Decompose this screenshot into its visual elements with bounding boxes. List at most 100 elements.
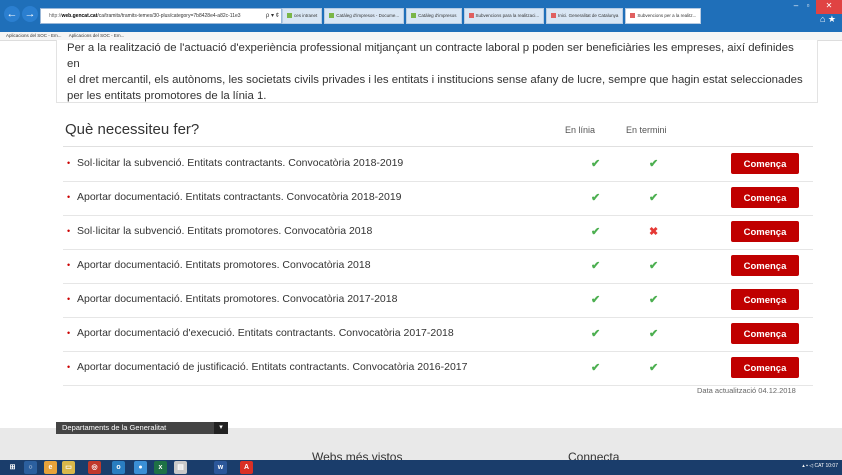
back-arrow-icon[interactable]: ← bbox=[4, 6, 20, 22]
departments-select[interactable]: Departaments de la Generalitat ▾ bbox=[56, 422, 228, 434]
bullet-icon: • bbox=[67, 192, 71, 202]
explorer-icon[interactable]: e bbox=[44, 461, 57, 474]
online-check-icon: ✔ bbox=[591, 362, 601, 374]
system-tray: ▴ ▪ ◁ CAT 10:07 bbox=[802, 463, 838, 469]
start-button[interactable]: Comença bbox=[731, 357, 799, 378]
procedure-link[interactable]: Aportar documentació de justificació. En… bbox=[77, 361, 467, 373]
clock: 10:07 bbox=[825, 463, 838, 469]
start-button[interactable]: Comença bbox=[731, 153, 799, 174]
intro-line: Per a la realització de l'actuació d'exp… bbox=[67, 42, 794, 70]
procedure-row: • Sol·licitar la subvenció. Entitats con… bbox=[63, 147, 813, 182]
procedure-link[interactable]: Aportar documentació. Entitats promotore… bbox=[77, 259, 371, 271]
network-icon[interactable]: ▴ ▪ ◁ bbox=[802, 463, 813, 469]
procedure-row: • Aportar documentació de justificació. … bbox=[63, 351, 813, 386]
deadline-cross-icon: ✖ bbox=[649, 226, 659, 238]
home-star-icons[interactable]: ⌂ ★ bbox=[820, 14, 836, 25]
browser-tabs: ces intranet Catàleg d'impresos - Docume… bbox=[282, 8, 703, 24]
online-check-icon: ✔ bbox=[591, 260, 601, 272]
tab-favicon-icon bbox=[411, 13, 417, 19]
chevron-down-icon: ▾ bbox=[214, 422, 228, 434]
tab-favicon-icon bbox=[329, 13, 335, 19]
online-check-icon: ✔ bbox=[591, 226, 601, 238]
online-check-icon: ✔ bbox=[591, 192, 601, 204]
start-button[interactable]: Comença bbox=[731, 289, 799, 310]
pdf-icon[interactable]: A bbox=[240, 461, 253, 474]
close-icon[interactable]: ✕ bbox=[816, 0, 842, 14]
procedure-row: • Aportar documentació. Entitats contrac… bbox=[63, 181, 813, 216]
tab-favicon-icon bbox=[287, 13, 292, 19]
start-button[interactable]: Comença bbox=[731, 255, 799, 276]
tab-label: Catàleg d'impresos bbox=[418, 13, 457, 18]
search-icon[interactable]: ○ bbox=[24, 461, 37, 474]
intro-line: el dret mercantil, els autònoms, les soc… bbox=[67, 74, 803, 86]
procedure-link[interactable]: Aportar documentació. Entitats contracta… bbox=[77, 191, 402, 203]
deadline-check-icon: ✔ bbox=[649, 260, 659, 272]
tab-favicon-icon bbox=[551, 13, 557, 19]
intro-box: Per a la realització de l'actuació d'exp… bbox=[56, 40, 818, 103]
outlook-icon[interactable]: o bbox=[112, 461, 125, 474]
online-check-icon: ✔ bbox=[591, 158, 601, 170]
deadline-check-icon: ✔ bbox=[649, 362, 659, 374]
deadline-check-icon: ✔ bbox=[649, 158, 659, 170]
browser-tab-active[interactable]: Subvencions per a la realitz... bbox=[625, 8, 702, 24]
tab-label: Catàleg d'impresos - Docume... bbox=[336, 13, 400, 18]
column-deadline-header: En termini bbox=[626, 125, 667, 135]
browser-tab[interactable]: Inici. Generalitat de Catalunya bbox=[546, 8, 624, 24]
browser-tab[interactable]: ces intranet bbox=[282, 8, 323, 24]
tab-label: Subvencions per a la realitz... bbox=[637, 13, 697, 18]
start-button[interactable]: Comença bbox=[731, 187, 799, 208]
url-prefix: http:// bbox=[49, 13, 62, 19]
procedure-link[interactable]: Sol·licitar la subvenció. Entitats contr… bbox=[77, 157, 403, 169]
windows-start-icon[interactable]: ⊞ bbox=[6, 461, 19, 474]
browser-tab[interactable]: Catàleg d'impresos - Docume... bbox=[324, 8, 405, 24]
folder-icon[interactable]: ▭ bbox=[62, 461, 75, 474]
language-indicator[interactable]: CAT bbox=[815, 463, 825, 469]
deadline-check-icon: ✔ bbox=[649, 328, 659, 340]
bullet-icon: • bbox=[67, 294, 71, 304]
deadline-check-icon: ✔ bbox=[649, 294, 659, 306]
start-button[interactable]: Comença bbox=[731, 323, 799, 344]
procedure-link[interactable]: Aportar documentació d'execució. Entitat… bbox=[77, 327, 454, 339]
browser-tab[interactable]: Catàleg d'impresos bbox=[406, 8, 462, 24]
tab-favicon-icon bbox=[468, 13, 474, 19]
intro-text: Per a la realització de l'actuació d'exp… bbox=[67, 40, 807, 104]
files-icon[interactable]: ▤ bbox=[174, 461, 187, 474]
online-check-icon: ✔ bbox=[591, 294, 601, 306]
procedure-row: • Aportar documentació d'execució. Entit… bbox=[63, 317, 813, 352]
tab-label: Inici. Generalitat de Catalunya bbox=[558, 13, 619, 18]
departments-select-label: Departaments de la Generalitat bbox=[62, 423, 167, 432]
procedure-row: • Aportar documentació. Entitats promoto… bbox=[63, 249, 813, 284]
word-icon[interactable]: w bbox=[214, 461, 227, 474]
procedure-row: • Sol·licitar la subvenció. Entitats pro… bbox=[63, 215, 813, 250]
address-search-icon[interactable]: ρ ▾ ¢ bbox=[266, 9, 279, 23]
tab-label: Subvencions para la realitzaci... bbox=[475, 13, 540, 18]
section-title: Què necessiteu fer? bbox=[65, 121, 200, 138]
procedure-row: • Aportar documentació. Entitats promoto… bbox=[63, 283, 813, 318]
favorite-link[interactable]: Aplicacions del SOC - Em... bbox=[6, 33, 62, 38]
bullet-icon: • bbox=[67, 226, 71, 236]
chrome-icon[interactable]: ● bbox=[134, 461, 147, 474]
start-button[interactable]: Comença bbox=[731, 221, 799, 242]
excel-icon[interactable]: x bbox=[154, 461, 167, 474]
column-online-header: En línia bbox=[565, 125, 596, 135]
deadline-check-icon: ✔ bbox=[649, 192, 659, 204]
intro-line: per les entitats promotores de la línia … bbox=[67, 90, 267, 102]
tab-favicon-icon bbox=[630, 13, 636, 19]
browser-titlebar: ← → http://web.gencat.cat/ca/tramits/tra… bbox=[0, 0, 842, 32]
forward-arrow-icon[interactable]: → bbox=[22, 6, 38, 22]
bullet-icon: • bbox=[67, 328, 71, 338]
url-domain: web.gencat.cat bbox=[61, 13, 98, 19]
minimize-icon[interactable]: – bbox=[790, 0, 802, 14]
url-path: /ca/tramits/tramits-temes/30-plus/catego… bbox=[97, 13, 241, 19]
tab-label: ces intranet bbox=[294, 13, 318, 18]
procedure-link[interactable]: Aportar documentació. Entitats promotore… bbox=[77, 293, 397, 305]
maximize-icon[interactable]: ▫ bbox=[802, 0, 814, 14]
procedure-link[interactable]: Sol·licitar la subvenció. Entitats promo… bbox=[77, 225, 372, 237]
bullet-icon: • bbox=[67, 158, 71, 168]
favorite-link[interactable]: Aplicacions del SOC - Em... bbox=[69, 33, 125, 38]
browser-tab[interactable]: Subvencions para la realitzaci... bbox=[463, 8, 545, 24]
app-red-icon[interactable]: ◎ bbox=[88, 461, 101, 474]
bullet-icon: • bbox=[67, 362, 71, 372]
address-bar[interactable]: http://web.gencat.cat/ca/tramits/tramits… bbox=[40, 8, 282, 24]
bullet-icon: • bbox=[67, 260, 71, 270]
